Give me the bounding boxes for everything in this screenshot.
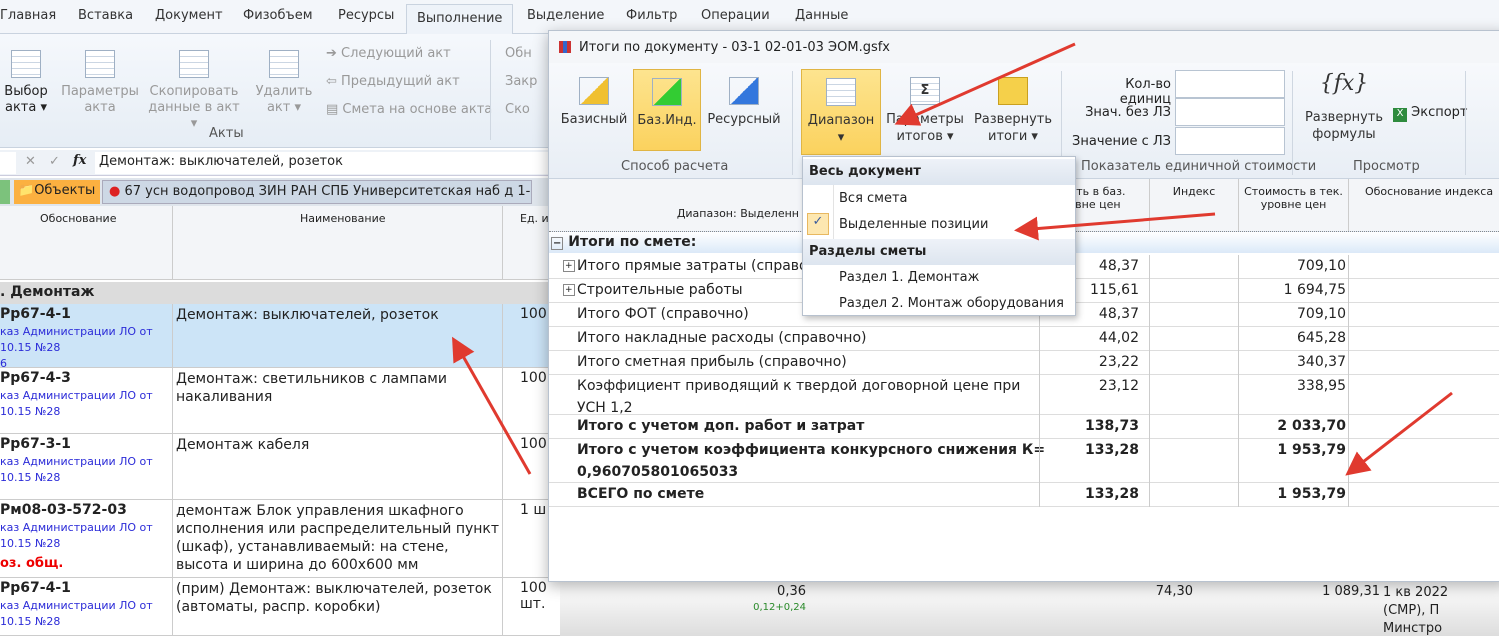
annotation-arrows — [452, 42, 1453, 476]
arrow-to-total — [1345, 391, 1453, 476]
arrow-to-selected-positions — [1014, 212, 1216, 241]
arrow-to-selected-row — [452, 336, 532, 475]
arrow-to-range-button — [894, 42, 1076, 126]
